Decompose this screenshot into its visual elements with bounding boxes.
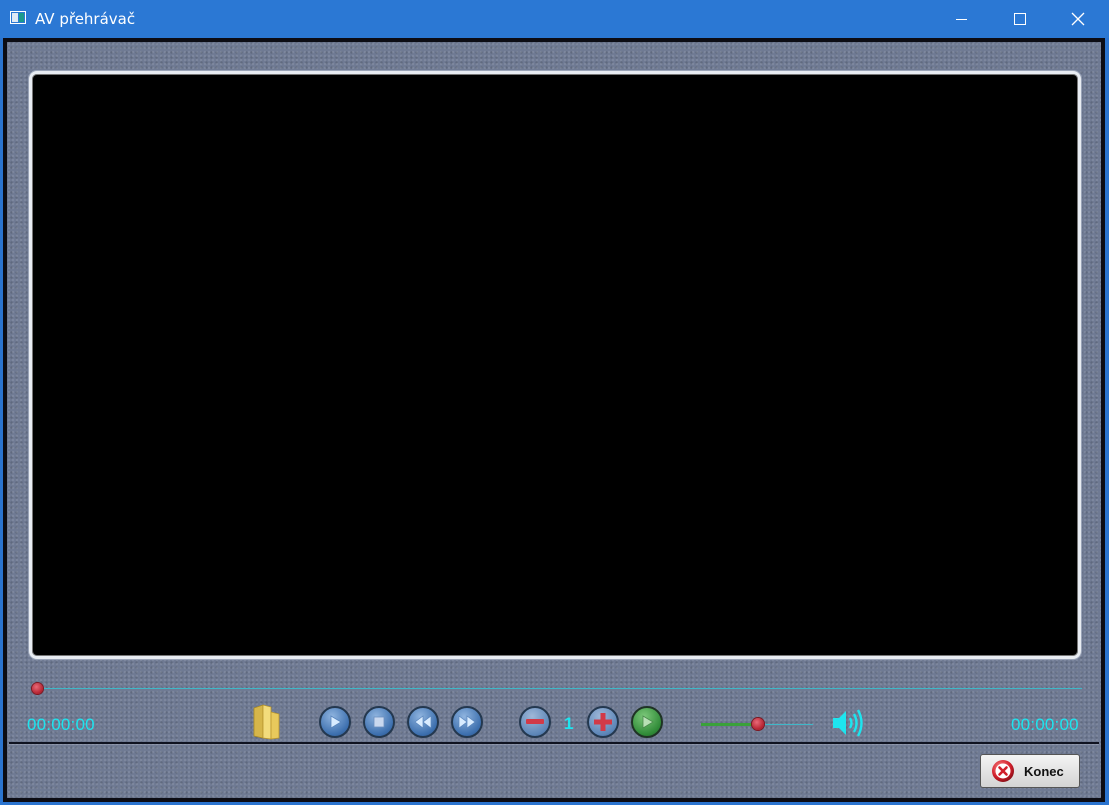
app-icon: [10, 11, 26, 24]
close-window-button[interactable]: [1049, 0, 1107, 38]
speed-down-button[interactable]: [519, 706, 551, 738]
speed-apply-button[interactable]: [631, 706, 663, 738]
open-file-button[interactable]: [251, 704, 281, 745]
stop-button[interactable]: [363, 706, 395, 738]
speed-value: 1: [564, 714, 574, 733]
play-button[interactable]: [319, 706, 351, 738]
client-area: 00:00:00 1 00:00:00 Konec: [3, 38, 1105, 802]
speaker-icon: [833, 709, 863, 737]
window-title: AV přehrávač: [35, 10, 136, 28]
close-icon: [1071, 12, 1085, 26]
elapsed-time: 00:00:00: [27, 715, 95, 734]
fast-forward-button[interactable]: [451, 706, 483, 738]
total-time: 00:00:00: [1011, 715, 1079, 734]
plus-icon: [594, 713, 612, 731]
footer-divider: [9, 742, 1099, 744]
play-green-icon: [642, 715, 654, 729]
player-panel: 00:00:00 1 00:00:00 Konec: [7, 42, 1101, 798]
video-display[interactable]: [29, 71, 1081, 659]
title-bar: AV přehrávač: [0, 0, 1109, 38]
rewind-button[interactable]: [407, 706, 439, 738]
volume-slider-track[interactable]: [757, 724, 813, 725]
close-circle-icon: [992, 760, 1014, 782]
mute-button[interactable]: [832, 708, 864, 743]
volume-slider-fill[interactable]: [701, 723, 757, 726]
folder-icon: [253, 704, 280, 740]
exit-button-label: Konec: [1024, 763, 1064, 779]
maximize-button[interactable]: [991, 0, 1049, 38]
fast-forward-icon: [458, 715, 476, 729]
seek-slider-thumb[interactable]: [32, 683, 43, 694]
volume-slider-thumb[interactable]: [752, 718, 764, 730]
seek-slider-track[interactable]: [37, 688, 1082, 689]
play-icon: [330, 715, 342, 729]
speed-up-button[interactable]: [587, 706, 619, 738]
rewind-icon: [414, 715, 432, 729]
minimize-button[interactable]: [933, 0, 991, 38]
minus-icon: [526, 719, 544, 724]
exit-button[interactable]: Konec: [980, 754, 1080, 788]
stop-icon: [373, 716, 385, 728]
